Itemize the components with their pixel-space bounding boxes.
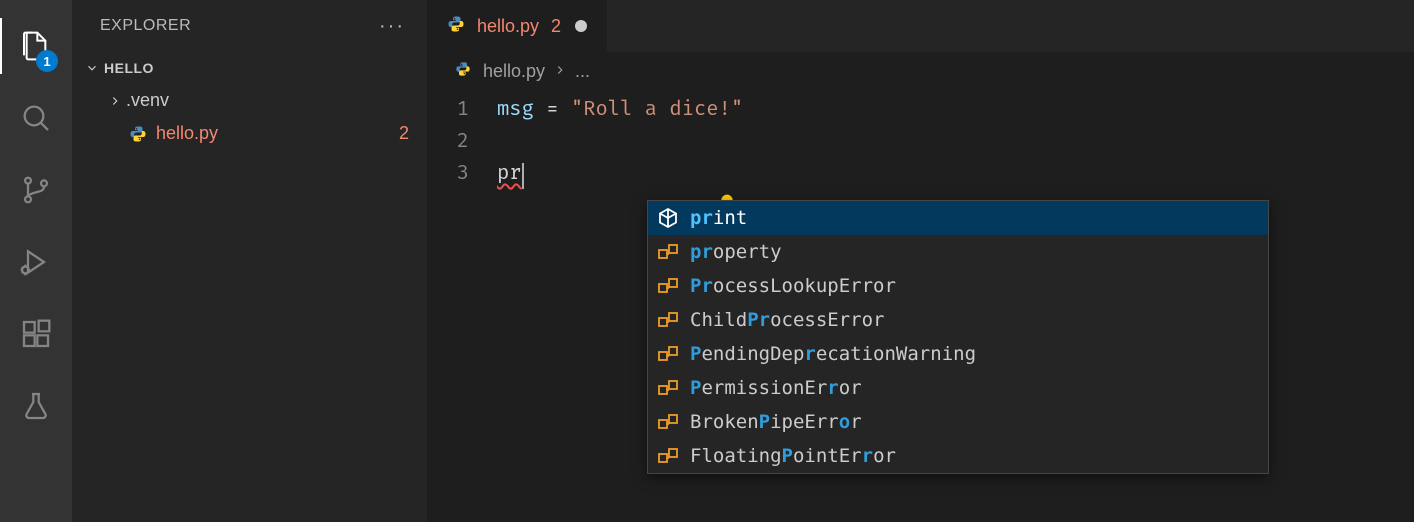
text-cursor [522, 163, 524, 189]
tree-item-label: .venv [126, 90, 169, 111]
suggest-item[interactable]: ProcessLookupError [648, 269, 1268, 303]
chevron-right-icon [106, 94, 124, 108]
suggest-label: BrokenPipeError [690, 406, 862, 438]
activity-explorer[interactable]: 1 [0, 10, 72, 82]
suggest-label: PendingDeprecationWarning [690, 338, 976, 370]
file-tree: .venv hello.py 2 [72, 84, 427, 150]
suggest-label: ChildProcessError [690, 304, 884, 336]
class-icon [656, 342, 680, 366]
code-content[interactable]: msg = "Roll a dice!" pr printpropertyPro… [497, 90, 1414, 522]
suggest-item[interactable]: FloatingPointError [648, 439, 1268, 473]
suggest-item[interactable]: PermissionError [648, 371, 1268, 405]
sidebar-section-label: HELLO [104, 60, 154, 76]
sidebar-header: EXPLORER ··· [72, 0, 427, 52]
breadcrumb-file: hello.py [483, 61, 545, 82]
activity-testing[interactable] [0, 370, 72, 442]
activity-source-control[interactable] [0, 154, 72, 226]
tab-hello[interactable]: hello.py 2 [427, 0, 608, 52]
activity-bar: 1 [0, 0, 72, 522]
activity-run-debug[interactable] [0, 226, 72, 298]
breadcrumb-rest: ... [575, 61, 590, 82]
class-icon [656, 240, 680, 264]
activity-search[interactable] [0, 82, 72, 154]
problem-count: 2 [399, 123, 409, 144]
class-icon [656, 444, 680, 468]
sidebar-section[interactable]: HELLO [72, 52, 427, 84]
tab-bar: hello.py 2 [427, 0, 1414, 52]
suggest-item[interactable]: print [648, 201, 1268, 235]
chevron-right-icon [553, 61, 567, 82]
lightbulb-icon[interactable] [593, 160, 613, 180]
play-bug-icon [20, 246, 52, 278]
tree-item-label: hello.py [156, 123, 218, 144]
python-icon [447, 15, 467, 38]
suggest-label: FloatingPointError [690, 440, 896, 472]
tree-folder-venv[interactable]: .venv [86, 84, 427, 117]
intellisense-widget[interactable]: printpropertyProcessLookupErrorChildProc… [647, 200, 1269, 474]
breadcrumbs[interactable]: hello.py ... [427, 52, 1414, 90]
dirty-indicator-icon[interactable] [575, 20, 587, 32]
beaker-icon [20, 390, 52, 422]
code-line[interactable] [497, 126, 1414, 158]
tree-file-hello[interactable]: hello.py 2 [86, 117, 427, 150]
code-editor[interactable]: 1 2 3 msg = "Roll a dice!" pr printprope… [427, 90, 1414, 522]
line-number: 1 [427, 94, 469, 126]
suggest-item[interactable]: ChildProcessError [648, 303, 1268, 337]
sidebar-more-icon[interactable]: ··· [379, 15, 405, 38]
tab-label: hello.py [477, 16, 539, 37]
search-icon [20, 102, 52, 134]
suggest-label: print [690, 202, 747, 234]
line-number: 3 [427, 158, 469, 190]
python-icon [455, 61, 475, 82]
suggest-label: PermissionError [690, 372, 862, 404]
sidebar: EXPLORER ··· HELLO .venv hello.py 2 [72, 0, 427, 522]
suggest-label: ProcessLookupError [690, 270, 896, 302]
line-gutter: 1 2 3 [427, 90, 497, 522]
suggest-item[interactable]: PendingDeprecationWarning [648, 337, 1268, 371]
extensions-icon [20, 318, 52, 350]
code-line[interactable]: pr [497, 158, 1414, 190]
explorer-badge: 1 [36, 50, 58, 72]
line-number: 2 [427, 126, 469, 158]
class-icon [656, 308, 680, 332]
tab-problem-count: 2 [551, 16, 561, 37]
suggest-item[interactable]: property [648, 235, 1268, 269]
class-icon [656, 376, 680, 400]
code-line[interactable]: msg = "Roll a dice!" [497, 94, 1414, 126]
python-icon [126, 125, 150, 143]
typed-text: pr [497, 162, 522, 186]
chevron-down-icon [82, 58, 102, 78]
suggest-item[interactable]: BrokenPipeError [648, 405, 1268, 439]
class-icon [656, 274, 680, 298]
editor-area: hello.py 2 hello.py ... 1 2 3 msg = "Rol… [427, 0, 1414, 522]
class-icon [656, 410, 680, 434]
sidebar-title: EXPLORER [100, 17, 191, 35]
suggest-label: property [690, 236, 782, 268]
activity-extensions[interactable] [0, 298, 72, 370]
branch-icon [20, 174, 52, 206]
method-icon [656, 206, 680, 230]
